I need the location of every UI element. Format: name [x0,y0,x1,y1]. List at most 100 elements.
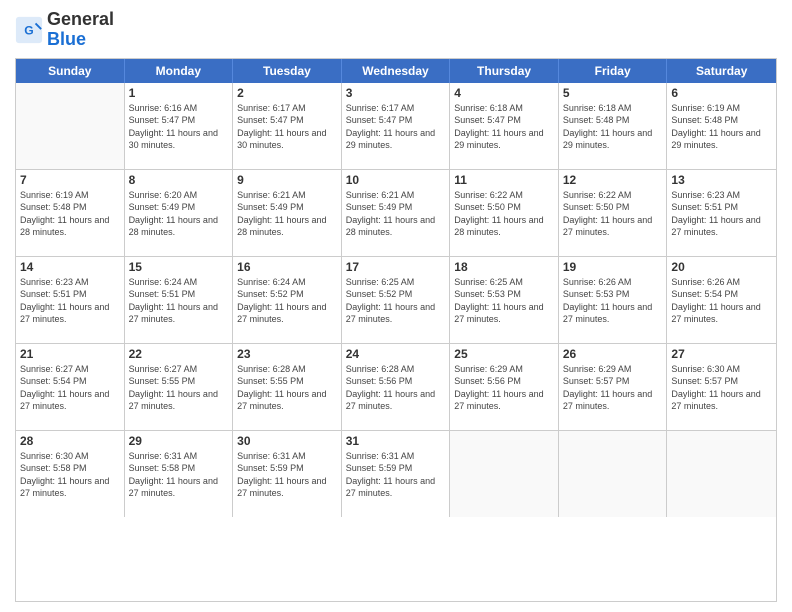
sunset-label: Sunset: 5:53 PM [563,289,630,299]
sunset-label: Sunset: 5:52 PM [346,289,413,299]
sunset-label: Sunset: 5:51 PM [129,289,196,299]
cell-date: 12 [563,173,663,187]
daylight-label: Daylight: 11 hours and 27 minutes. [346,302,435,325]
cell-date: 9 [237,173,337,187]
sunset-label: Sunset: 5:51 PM [671,202,738,212]
cell-info: Sunrise: 6:31 AMSunset: 5:58 PMDaylight:… [129,450,229,500]
calendar-row: 7Sunrise: 6:19 AMSunset: 5:48 PMDaylight… [16,170,776,257]
daylight-label: Daylight: 11 hours and 27 minutes. [454,302,543,325]
daylight-label: Daylight: 11 hours and 27 minutes. [20,389,109,412]
cell-date: 3 [346,86,446,100]
logo-general: General [47,9,114,29]
sunset-label: Sunset: 5:56 PM [454,376,521,386]
sunrise-label: Sunrise: 6:22 AM [563,190,632,200]
sunset-label: Sunset: 5:48 PM [563,115,630,125]
cell-date: 26 [563,347,663,361]
calendar-cell [450,431,559,517]
calendar-cell: 15Sunrise: 6:24 AMSunset: 5:51 PMDayligh… [125,257,234,343]
daylight-label: Daylight: 11 hours and 27 minutes. [237,389,326,412]
calendar-cell: 18 Sunrise: 6:25 AM Sunset: 5:53 PM Dayligh… [450,257,559,343]
sunrise-label: Sunrise: 6:31 AM [129,451,198,461]
cell-info: Sunrise: 6:26 AMSunset: 5:54 PMDaylight:… [671,276,772,326]
cell-info: Sunrise: 6:27 AMSunset: 5:55 PMDaylight:… [129,363,229,413]
daylight-label: Daylight: 11 hours and 27 minutes. [129,389,218,412]
sunset-label: Sunset: 5:49 PM [346,202,413,212]
daylight-label: Daylight: 11 hours and 27 minutes. [20,302,109,325]
calendar-row: 1 Sunrise: 6:16 AMSunset: 5:47 PMDaylight… [16,83,776,170]
day-header-tuesday: Tuesday [233,59,342,83]
calendar-cell: 23Sunrise: 6:28 AMSunset: 5:55 PMDayligh… [233,344,342,430]
cell-date: 22 [129,347,229,361]
daylight-label: Daylight: 11 hours and 29 minutes. [346,128,435,151]
cell-info: Sunrise: 6:20 AMSunset: 5:49 PMDaylight:… [129,189,229,239]
cell-date: 1 [129,86,229,100]
daylight-label: Daylight: 11 hours and 27 minutes. [346,476,435,499]
calendar-cell: 19Sunrise: 6:26 AMSunset: 5:53 PMDayligh… [559,257,668,343]
sunrise-label: Sunrise: 6:27 AM [20,364,89,374]
daylight-label: Daylight: 11 hours and 28 minutes. [20,215,109,238]
cell-date: 5 [563,86,663,100]
sunrise-label: Sunrise: 6:25 AM [346,277,415,287]
sunrise-label: Sunrise: 6:26 AM [563,277,632,287]
sunset-label: Sunset: 5:59 PM [346,463,413,473]
sunset-label: Sunset: 5:53 PM [454,289,521,299]
calendar-row: 21Sunrise: 6:27 AMSunset: 5:54 PMDayligh… [16,344,776,431]
cell-info: Sunrise: 6:27 AMSunset: 5:54 PMDaylight:… [20,363,120,413]
calendar-cell: 14 Sunrise: 6:23 AMSunset: 5:51 PMDayligh… [16,257,125,343]
logo-blue: Blue [47,29,86,49]
cell-info: Sunrise: 6:29 AMSunset: 5:56 PMDaylight:… [454,363,554,413]
sunrise-label: Sunrise: 6:21 AM [346,190,415,200]
cell-info: Sunrise: 6:23 AMSunset: 5:51 PMDaylight:… [671,189,772,239]
sunset-label: Sunset: 5:57 PM [671,376,738,386]
sunset-label: Sunset: 5:48 PM [20,202,87,212]
sunrise-label: Sunrise: 6:25 AM [454,277,523,287]
cell-info: Sunrise: 6:29 AMSunset: 5:57 PMDaylight:… [563,363,663,413]
calendar-cell: 9Sunrise: 6:21 AMSunset: 5:49 PMDaylight… [233,170,342,256]
calendar-cell: 27Sunrise: 6:30 AMSunset: 5:57 PMDayligh… [667,344,776,430]
daylight-label: Daylight: 11 hours and 29 minutes. [671,128,760,151]
cell-date: 30 [237,434,337,448]
cell-date: 4 [454,86,554,100]
sunset-label: Sunset: 5:48 PM [671,115,738,125]
cell-date: 14 [20,260,120,274]
page: G General Blue SundayMondayTuesdayWednes… [0,0,792,612]
calendar-cell: 21Sunrise: 6:27 AMSunset: 5:54 PMDayligh… [16,344,125,430]
calendar-cell [16,83,125,169]
day-header-wednesday: Wednesday [342,59,451,83]
sunrise-label: Sunrise: 6:26 AM [671,277,740,287]
calendar-cell [667,431,776,517]
calendar: SundayMondayTuesdayWednesdayThursdayFrid… [15,58,777,602]
sunrise-label: Sunrise: 6:31 AM [237,451,306,461]
calendar-cell: 3Sunrise: 6:17 AMSunset: 5:47 PMDaylight… [342,83,451,169]
cell-info: Sunrise: 6:23 AMSunset: 5:51 PMDaylight:… [20,276,120,326]
calendar-cell: 8Sunrise: 6:20 AMSunset: 5:49 PMDaylight… [125,170,234,256]
cell-info: Sunrise: 6:18 AMSunset: 5:47 PMDaylight:… [454,102,554,152]
cell-date: 18 [454,260,554,274]
calendar-cell: 30Sunrise: 6:31 AMSunset: 5:59 PMDayligh… [233,431,342,517]
sunset-label: Sunset: 5:57 PM [563,376,630,386]
sunset-label: Sunset: 5:55 PM [129,376,196,386]
cell-info: Sunrise: 6:25 AM Sunset: 5:53 PM Daylight:… [454,276,554,326]
cell-info: Sunrise: 6:16 AMSunset: 5:47 PMDaylight:… [129,102,229,152]
daylight-label: Daylight: 11 hours and 27 minutes. [237,302,326,325]
sunrise-label: Sunrise: 6:19 AM [20,190,89,200]
sunset-label: Sunset: 5:50 PM [563,202,630,212]
svg-text:G: G [24,23,33,37]
calendar-cell: 16Sunrise: 6:24 AMSunset: 5:52 PMDayligh… [233,257,342,343]
sunset-label: Sunset: 5:55 PM [237,376,304,386]
sunrise-label: Sunrise: 6:28 AM [346,364,415,374]
daylight-label: Daylight: 11 hours and 30 minutes. [129,128,218,151]
daylight-label: Daylight: 11 hours and 27 minutes. [237,476,326,499]
cell-info: Sunrise: 6:28 AMSunset: 5:56 PMDaylight:… [346,363,446,413]
daylight-label: Daylight: 11 hours and 27 minutes. [563,389,652,412]
cell-date: 13 [671,173,772,187]
daylight-label: Daylight: 11 hours and 27 minutes. [454,389,543,412]
cell-date: 19 [563,260,663,274]
sunset-label: Sunset: 5:47 PM [129,115,196,125]
daylight-label: Daylight: 11 hours and 27 minutes. [129,302,218,325]
cell-date: 10 [346,173,446,187]
calendar-cell: 29Sunrise: 6:31 AMSunset: 5:58 PMDayligh… [125,431,234,517]
sunset-label: Sunset: 5:58 PM [129,463,196,473]
cell-info: Sunrise: 6:19 AMSunset: 5:48 PMDaylight:… [671,102,772,152]
calendar-cell: 1 Sunrise: 6:16 AMSunset: 5:47 PMDaylight… [125,83,234,169]
